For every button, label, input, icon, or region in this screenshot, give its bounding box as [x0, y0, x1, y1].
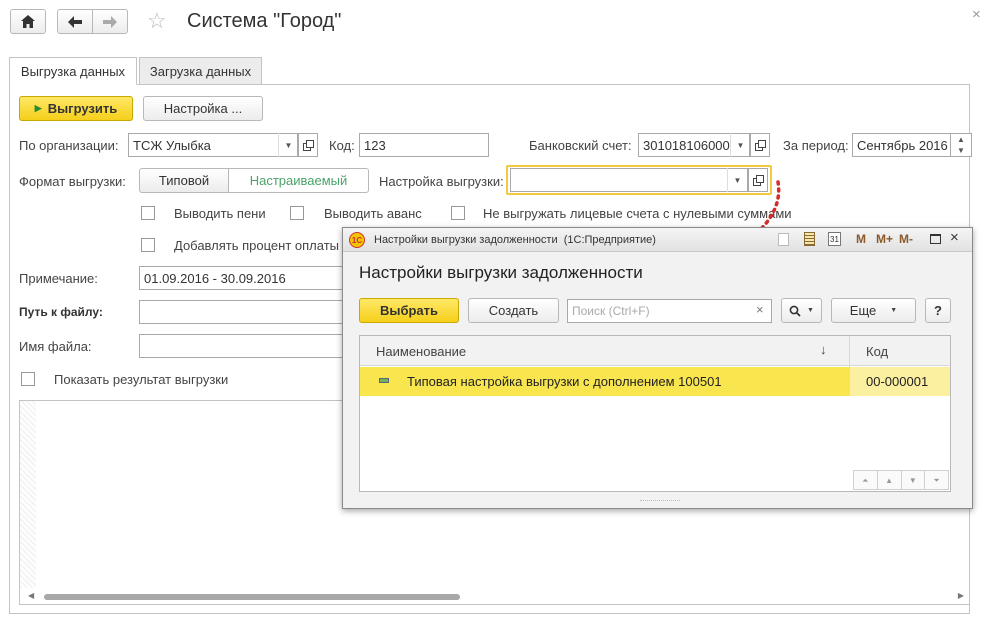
dialog-doc-icon[interactable]	[778, 233, 789, 246]
code-label: Код:	[329, 138, 355, 153]
scroll-left-icon[interactable]: ◀	[28, 591, 34, 600]
horizontal-scrollbar[interactable]: ◀ ▶	[20, 589, 968, 604]
close-icon[interactable]: ×	[972, 6, 981, 23]
settings-button[interactable]: Настройка ...	[143, 96, 263, 121]
column-header-name[interactable]: Наименование	[376, 344, 466, 359]
row-item-icon	[379, 378, 389, 383]
home-button[interactable]	[10, 9, 46, 34]
bank-open-button[interactable]	[750, 133, 770, 157]
dialog-close-icon[interactable]: ×	[950, 229, 959, 246]
period-spinner[interactable]: ▲ ▼	[950, 133, 972, 157]
scroll-bottom-icon[interactable]: ⏷	[925, 471, 948, 489]
export-button[interactable]: ▶ Выгрузить	[19, 96, 133, 121]
memory-m-button[interactable]: M	[856, 232, 866, 246]
more-button[interactable]: Еще ▼	[831, 298, 916, 323]
zero-sum-checkbox[interactable]	[451, 206, 465, 220]
star-icon[interactable]: ☆	[147, 9, 167, 33]
show-result-label: Показать результат выгрузки	[54, 372, 229, 387]
path-label: Путь к файлу:	[19, 305, 103, 319]
help-button[interactable]: ?	[925, 298, 951, 323]
note-field[interactable]: 01.09.2016 - 30.09.2016	[139, 266, 354, 290]
result-gutter	[20, 401, 36, 588]
filename-label: Имя файла:	[19, 339, 92, 354]
table-nav: ⏶ ▲ ▼ ⏷	[853, 470, 949, 490]
resize-handle[interactable]	[640, 500, 680, 501]
sort-icon[interactable]: ↓	[820, 342, 827, 357]
row-code: 00-000001	[866, 374, 929, 389]
open-window-icon	[754, 139, 766, 151]
page-title: Система "Город"	[187, 10, 342, 32]
arrow-right-icon	[103, 15, 117, 28]
payment-percent-checkbox[interactable]	[141, 238, 155, 252]
chevron-down-icon: ▼	[807, 307, 814, 314]
dialog-heading: Настройки выгрузки задолженности	[359, 263, 643, 282]
scroll-right-icon[interactable]: ▶	[958, 591, 964, 600]
column-header-code[interactable]: Код	[866, 344, 888, 359]
chevron-down-icon: ▼	[890, 307, 898, 314]
penalty-checkbox[interactable]	[141, 206, 155, 220]
path-field[interactable]	[139, 300, 354, 324]
org-open-button[interactable]	[298, 133, 318, 157]
search-clear-icon[interactable]: ×	[756, 302, 764, 317]
filename-field[interactable]	[139, 334, 354, 358]
advance-checkbox[interactable]	[290, 206, 304, 220]
open-window-icon	[302, 139, 314, 151]
app-logo-icon: 1C	[349, 232, 365, 248]
bank-label: Банковский счет:	[529, 138, 632, 153]
tab-export[interactable]: Выгрузка данных	[9, 57, 137, 85]
row-name: Типовая настройка выгрузки с дополнением…	[407, 374, 722, 389]
format-standard-button[interactable]: Типовой	[139, 168, 229, 193]
advance-label: Выводить аванс	[324, 206, 422, 221]
format-custom-button[interactable]: Настраиваемый	[228, 168, 369, 193]
show-result-checkbox[interactable]	[21, 372, 35, 386]
scroll-down-icon[interactable]: ▼	[902, 471, 926, 489]
scroll-thumb[interactable]	[44, 594, 460, 600]
back-button[interactable]	[57, 9, 93, 34]
format-label: Формат выгрузки:	[19, 174, 126, 189]
play-icon: ▶	[34, 103, 42, 113]
period-label: За период:	[783, 138, 849, 153]
code-field[interactable]: 123	[359, 133, 489, 157]
arrow-left-icon	[68, 15, 82, 28]
org-field[interactable]: ТСЖ Улыбка	[128, 133, 298, 157]
dialog-window-title: Настройки выгрузки задолженности (1С:Пре…	[374, 234, 656, 246]
memory-minus-button[interactable]: M-	[899, 232, 913, 246]
maximize-icon[interactable]	[930, 234, 941, 244]
org-dropdown[interactable]: ▼	[278, 133, 298, 157]
search-input[interactable]: Поиск (Ctrl+F)	[567, 299, 772, 323]
search-button[interactable]: ▼	[781, 298, 822, 323]
search-icon	[789, 305, 801, 317]
calculator-icon[interactable]	[804, 232, 815, 246]
calendar-icon[interactable]: 31	[828, 232, 841, 246]
org-label: По организации:	[19, 138, 119, 153]
note-label: Примечание:	[19, 271, 98, 286]
tab-import[interactable]: Загрузка данных	[139, 57, 262, 85]
select-button[interactable]: Выбрать	[359, 298, 459, 323]
scroll-top-icon[interactable]: ⏶	[854, 471, 878, 489]
export-settings-label: Настройка выгрузки:	[379, 174, 504, 189]
memory-plus-button[interactable]: M+	[876, 232, 893, 246]
home-icon	[21, 15, 35, 28]
payment-percent-label: Добавлять процент оплаты б	[174, 238, 351, 253]
bank-dropdown[interactable]: ▼	[730, 133, 750, 157]
penalty-label: Выводить пени	[174, 206, 266, 221]
create-button[interactable]: Создать	[468, 298, 559, 323]
forward-button[interactable]	[92, 9, 128, 34]
scroll-up-icon[interactable]: ▲	[878, 471, 902, 489]
